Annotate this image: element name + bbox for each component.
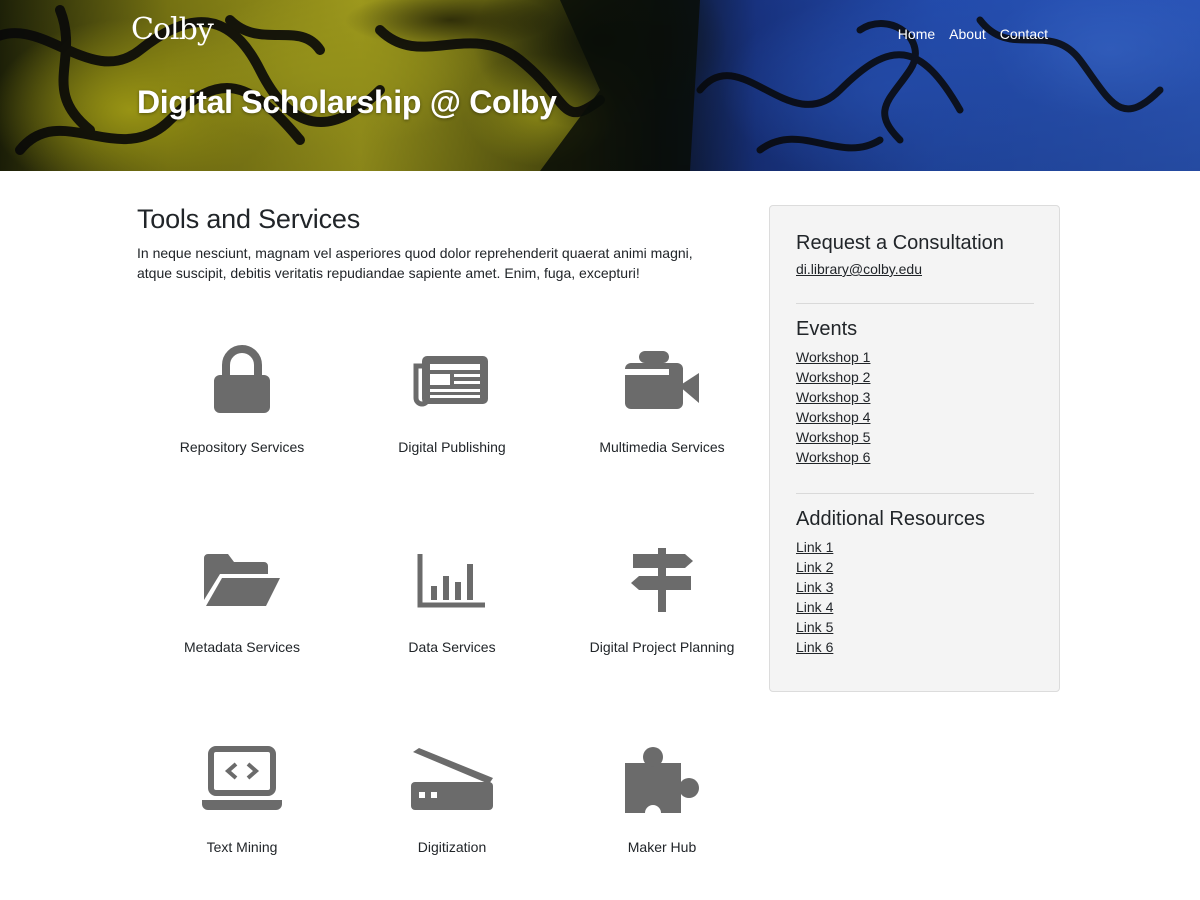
bar-chart-icon xyxy=(407,535,497,625)
list-item: Link 3 xyxy=(796,577,1034,597)
folder-open-icon xyxy=(197,535,287,625)
service-label: Digitization xyxy=(417,839,487,855)
service-text-mining[interactable]: Text Mining xyxy=(137,700,347,900)
hero-banner: Colby Home About Contact Digital Scholar… xyxy=(0,0,1200,171)
resource-link-3[interactable]: Link 3 xyxy=(796,579,833,595)
intro-paragraph: In neque nesciunt, magnam vel asperiores… xyxy=(137,245,693,281)
colby-logo[interactable]: Colby xyxy=(131,12,214,47)
tools-section: Tools and Services In neque nesciunt, ma… xyxy=(137,204,737,283)
list-item: Link 4 xyxy=(796,597,1034,617)
service-data[interactable]: Data Services xyxy=(347,500,557,700)
service-digitization[interactable]: Digitization xyxy=(347,700,557,900)
lock-icon xyxy=(197,335,287,425)
list-item: Workshop 1 xyxy=(796,347,1034,367)
service-label: Maker Hub xyxy=(627,839,697,855)
puzzle-piece-icon xyxy=(617,735,707,825)
list-item: Workshop 5 xyxy=(796,427,1034,447)
service-label: Multimedia Services xyxy=(599,439,725,455)
resource-link-2[interactable]: Link 2 xyxy=(796,559,833,575)
service-multimedia[interactable]: Multimedia Services xyxy=(557,300,767,500)
newspaper-icon xyxy=(407,335,497,425)
nav-contact-link[interactable]: Contact xyxy=(1000,26,1048,42)
resources-title: Additional Resources xyxy=(796,508,985,530)
nav-about-link[interactable]: About xyxy=(949,26,986,42)
hero-title: Digital Scholarship @ Colby xyxy=(137,84,557,120)
sidebar: Request a Consultation di.library@colby.… xyxy=(769,205,1060,692)
events-block: Events Workshop 1 Workshop 2 Workshop 3 … xyxy=(796,303,1034,493)
service-label: Metadata Services xyxy=(184,639,300,655)
section-title: Tools and Services xyxy=(137,204,361,234)
video-camera-icon xyxy=(617,335,707,425)
event-link-5[interactable]: Workshop 5 xyxy=(796,429,870,445)
event-link-2[interactable]: Workshop 2 xyxy=(796,369,870,385)
laptop-code-icon xyxy=(197,735,287,825)
list-item: Link 6 xyxy=(796,637,1034,657)
list-item: Workshop 6 xyxy=(796,447,1034,467)
event-link-1[interactable]: Workshop 1 xyxy=(796,349,870,365)
service-label: Data Services xyxy=(408,639,496,655)
event-link-4[interactable]: Workshop 4 xyxy=(796,409,870,425)
service-digital-publishing[interactable]: Digital Publishing xyxy=(347,300,557,500)
list-item: Workshop 4 xyxy=(796,407,1034,427)
service-label: Digital Project Planning xyxy=(589,639,735,655)
resource-link-4[interactable]: Link 4 xyxy=(796,599,833,615)
consultation-email-link[interactable]: di.library@colby.edu xyxy=(796,261,922,277)
event-link-3[interactable]: Workshop 3 xyxy=(796,389,870,405)
list-item: Workshop 2 xyxy=(796,367,1034,387)
events-list: Workshop 1 Workshop 2 Workshop 3 Worksho… xyxy=(796,347,1034,467)
list-item: Workshop 3 xyxy=(796,387,1034,407)
resource-link-6[interactable]: Link 6 xyxy=(796,639,833,655)
service-label: Digital Publishing xyxy=(398,439,506,455)
resource-link-1[interactable]: Link 1 xyxy=(796,539,833,555)
events-title: Events xyxy=(796,318,858,340)
resources-list: Link 1 Link 2 Link 3 Link 4 Link 5 Link … xyxy=(796,537,1034,657)
list-item: Link 5 xyxy=(796,617,1034,637)
service-label: Text Mining xyxy=(206,839,278,855)
resources-block: Additional Resources Link 1 Link 2 Link … xyxy=(796,493,1034,657)
consultation-block: Request a Consultation di.library@colby.… xyxy=(796,232,1034,303)
service-label: Repository Services xyxy=(179,439,305,455)
consultation-title: Request a Consultation xyxy=(796,232,1004,254)
service-repository[interactable]: Repository Services xyxy=(137,300,347,500)
nav-home-link[interactable]: Home xyxy=(898,26,935,42)
service-maker-hub[interactable]: Maker Hub xyxy=(557,700,767,900)
top-nav: Home About Contact xyxy=(898,26,1048,42)
list-item: Link 2 xyxy=(796,557,1034,577)
resource-link-5[interactable]: Link 5 xyxy=(796,619,833,635)
list-item: Link 1 xyxy=(796,537,1034,557)
scanner-icon xyxy=(407,735,497,825)
event-link-6[interactable]: Workshop 6 xyxy=(796,449,870,465)
service-metadata[interactable]: Metadata Services xyxy=(137,500,347,700)
signpost-icon xyxy=(617,535,707,625)
services-grid: Repository Services Digital Publishing M… xyxy=(137,300,769,900)
service-digital-project-planning[interactable]: Digital Project Planning xyxy=(557,500,767,700)
